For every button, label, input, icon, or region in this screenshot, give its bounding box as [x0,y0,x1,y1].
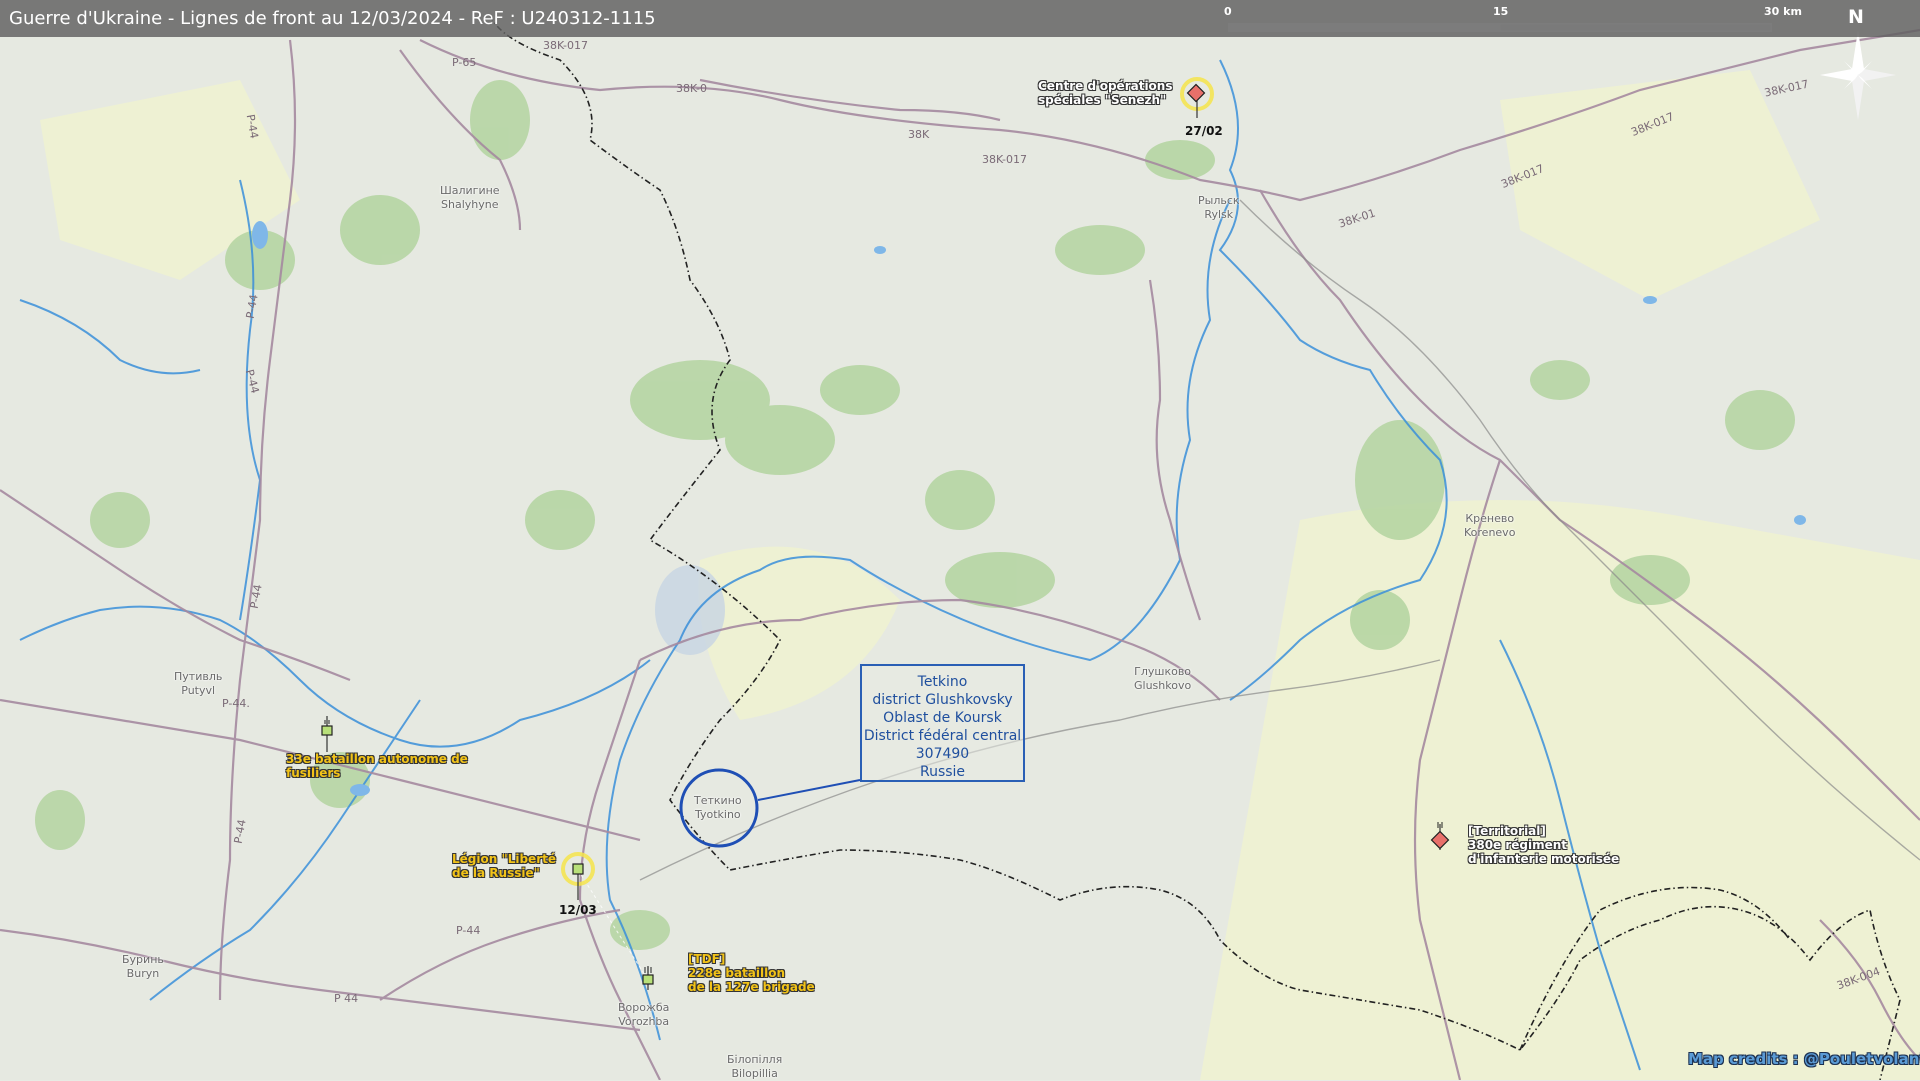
info-line: Oblast de Koursk [883,710,1002,726]
info-line: district Glushkovsky [872,692,1013,708]
scale-label-15: 15 [1493,5,1509,18]
place-glushkovo: Глушково Glushkovo [1134,665,1192,692]
road-label: P 44 [334,992,359,1005]
road-label: 38K [908,128,930,141]
scale-label-30: 30 km [1764,5,1802,18]
place-tyotkino: Теткино Tyotkino [694,794,742,821]
place-rylsk: Рыльск Rylsk [1198,194,1240,221]
map-title: Guerre d'Ukraine - Lignes de front au 12… [9,8,656,29]
scale-label-0: 0 [1224,5,1232,18]
info-line: District fédéral central [863,728,1022,744]
unit-date-senezh: 27/02 [1185,124,1223,138]
place-bilopillia: Білопілля Bilopillia [727,1053,783,1080]
unit-label-senezh: Centre d'opérations spéciales "Senezh" [1038,79,1173,107]
map-canvas[interactable] [0,0,1920,1080]
place-korenevo: Кренево Korenevo [1464,512,1516,539]
info-line: 307490 [915,746,970,762]
info-line: Russie [919,764,966,780]
place-shalyhyne: Шалигине Shalyhyne [440,184,500,211]
place-putyvl: Путивль Putyvl [174,670,223,697]
road-label: P-44 [456,924,481,937]
map-credits: Map credits : @Pouletvolant3 [1688,1050,1920,1068]
title-bar: Guerre d'Ukraine - Lignes de front au 12… [0,0,1920,37]
road-label: P-65 [452,56,477,69]
info-line: Tetkino [917,674,968,690]
info-box-tetkino: Tetkino district Glushkovsky Oblast de K… [860,664,1025,782]
north-label: N [1848,6,1864,28]
place-buryn: Буринь Buryn [122,953,164,980]
road-label: 38K-0 [676,82,708,95]
unit-label-legion: Légion "Liberté de la Russie" [452,852,556,880]
unit-date-legion: 12/03 [559,903,597,917]
town-area-tyotkino [655,565,725,655]
unit-label-380e-regiment: [Territorial] 380e régiment d'infanterie m… [1468,824,1620,866]
unit-label-228e-bataillon: [TDF] 228e bataillon de la 127e brigade [688,952,815,994]
road-label: P-44. [222,697,250,710]
road-label: 38K-017 [543,39,589,52]
road-label: 38K-017 [982,153,1028,166]
unit-label-33e-bataillon: 33e bataillon autonome de fusiliers [286,752,468,780]
place-vorozhba: Ворожба Vorozhba [618,1001,670,1028]
